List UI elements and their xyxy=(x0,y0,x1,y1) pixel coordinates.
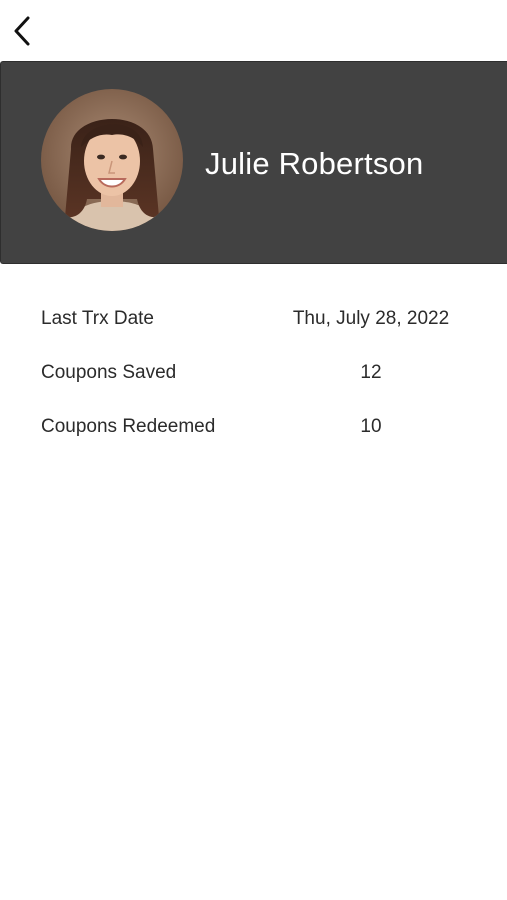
stat-label: Coupons Saved xyxy=(41,362,177,383)
stat-row-coupons-saved: Coupons Saved 12 xyxy=(0,354,507,408)
chevron-left-icon xyxy=(14,16,30,46)
stat-row-coupons-redeemed: Coupons Redeemed 10 xyxy=(0,408,507,462)
user-photo xyxy=(41,89,183,231)
stat-label: Last Trx Date xyxy=(41,308,154,329)
stat-row-last-trx-date: Last Trx Date Thu, July 28, 2022 xyxy=(0,300,507,354)
stat-value: 10 xyxy=(360,416,382,437)
back-button[interactable] xyxy=(6,12,38,50)
customer-profile-screen: Julie Robertson Last Trx Date Thu, July … xyxy=(0,0,507,900)
avatar xyxy=(41,89,183,231)
profile-name: Julie Robertson xyxy=(205,146,424,181)
stat-value: Thu, July 28, 2022 xyxy=(292,308,450,329)
profile-header: Julie Robertson xyxy=(0,61,507,264)
stat-value: 12 xyxy=(360,362,382,383)
stats-list: Last Trx Date Thu, July 28, 2022 Coupons… xyxy=(0,300,507,462)
stat-label: Coupons Redeemed xyxy=(41,416,216,437)
